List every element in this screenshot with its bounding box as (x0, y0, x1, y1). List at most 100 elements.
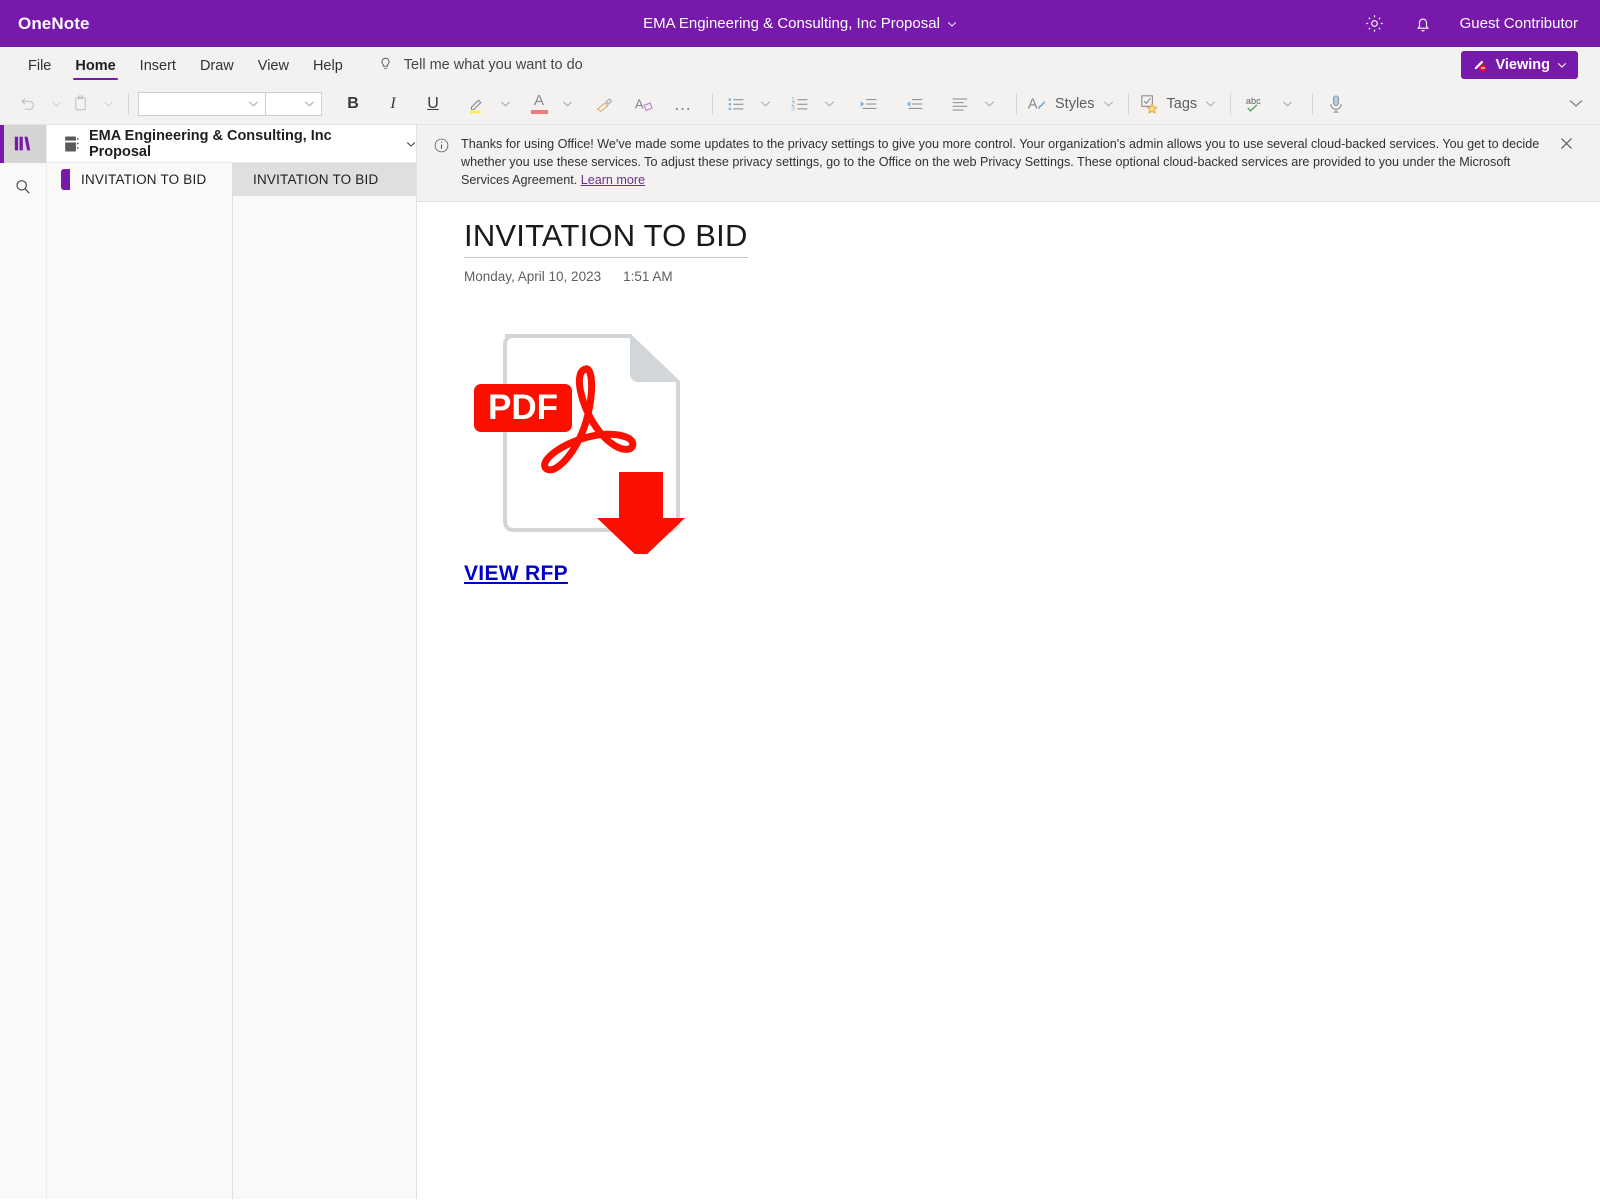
tell-me-search[interactable]: Tell me what you want to do (377, 47, 583, 82)
navigation-panel: EMA Engineering & Consulting, Inc Propos… (47, 125, 417, 1199)
tab-insert[interactable]: Insert (128, 49, 188, 82)
more-label: … (673, 93, 693, 114)
lightbulb-icon (381, 57, 390, 69)
numbered-list-dropdown[interactable] (814, 89, 840, 119)
svg-text:3: 3 (791, 105, 795, 112)
notebook-selector[interactable]: EMA Engineering & Consulting, Inc Propos… (47, 125, 416, 163)
styles-label: Styles (1055, 95, 1095, 112)
align-dropdown[interactable] (974, 89, 1000, 119)
learn-more-link[interactable]: Learn more (581, 173, 645, 187)
user-name[interactable]: Guest Contributor (1460, 15, 1578, 32)
view-rfp-link[interactable]: VIEW RFP (464, 562, 568, 586)
chevron-down-icon (984, 101, 994, 107)
collapse-ribbon-button[interactable] (1568, 95, 1584, 116)
chevron-down-icon (500, 101, 510, 107)
toolbar-separator (712, 92, 713, 115)
bold-button[interactable]: B (340, 89, 366, 119)
tab-help[interactable]: Help (301, 49, 355, 82)
chevron-down-icon (1206, 101, 1216, 107)
chevron-down-icon (103, 101, 113, 107)
undo-button[interactable] (14, 89, 41, 119)
font-color-button[interactable]: A (526, 89, 552, 119)
pages-column: INVITATION TO BID (233, 163, 416, 1199)
chevron-down-icon (305, 101, 314, 107)
gear-icon[interactable] (1364, 13, 1386, 35)
notebook-list-icon (14, 136, 31, 151)
clear-formatting-button[interactable]: A (630, 89, 658, 119)
font-size-select[interactable] (266, 91, 322, 116)
paste-icon (74, 95, 86, 111)
tags-button[interactable]: Tags (1138, 92, 1217, 115)
styles-button[interactable]: A Styles (1026, 92, 1114, 115)
viewing-mode-button[interactable]: Viewing (1461, 50, 1578, 79)
font-color-letter: A (533, 92, 544, 109)
spellcheck-icon: abc (1246, 96, 1261, 112)
align-icon (952, 97, 968, 110)
clear-formatting-icon: A (635, 96, 653, 111)
align-button[interactable] (946, 89, 974, 119)
page-time: 1:51 AM (623, 268, 673, 284)
decrease-indent-button[interactable] (854, 89, 882, 119)
notebook-icon (65, 135, 79, 152)
workspace: EMA Engineering & Consulting, Inc Propos… (0, 125, 1600, 1199)
chevron-down-icon (1282, 101, 1292, 107)
svg-text:A: A (635, 96, 644, 111)
chevron-down-icon (562, 101, 572, 107)
pdf-attachment-image[interactable]: PDF (464, 324, 692, 560)
formatting-toolbar: B I U A A … 1 2 3 A Styles Tags abc (0, 83, 1600, 125)
pen-disabled-icon (1475, 60, 1487, 71)
title-bar: OneNote EMA Engineering & Consulting, In… (0, 0, 1600, 47)
bulleted-list-button[interactable] (722, 89, 750, 119)
bell-icon[interactable] (1412, 13, 1434, 35)
tag-star-icon (1140, 95, 1158, 114)
chevron-down-icon (824, 101, 834, 107)
svg-text:A: A (1028, 96, 1038, 112)
more-options-button[interactable]: … (670, 89, 696, 119)
font-name-select[interactable] (138, 91, 266, 116)
paste-dropdown[interactable] (93, 89, 119, 119)
italic-label: I (390, 94, 396, 112)
highlight-dropdown[interactable] (490, 89, 516, 119)
format-painter-button[interactable] (590, 89, 618, 119)
spellcheck-button[interactable]: abc (1240, 89, 1272, 119)
tab-file[interactable]: File (16, 49, 63, 82)
chevron-down-icon (947, 21, 956, 27)
microphone-icon (1330, 94, 1342, 113)
spellcheck-dropdown[interactable] (1272, 89, 1298, 119)
tab-view[interactable]: View (246, 49, 301, 82)
paste-button[interactable] (67, 89, 93, 119)
italic-button[interactable]: I (380, 89, 406, 119)
chevron-down-icon (1557, 62, 1567, 68)
app-name: OneNote (18, 13, 90, 33)
underline-label: U (427, 94, 439, 112)
tab-home[interactable]: Home (63, 49, 127, 82)
underline-button[interactable]: U (420, 89, 446, 119)
section-item-invitation-to-bid[interactable]: INVITATION TO BID (47, 163, 232, 196)
close-icon[interactable] (1557, 135, 1576, 157)
show-notebooks-button[interactable] (0, 125, 46, 163)
toolbar-separator (1312, 92, 1314, 115)
page-date: Monday, April 10, 2023 (464, 268, 602, 284)
tab-draw[interactable]: Draw (188, 49, 246, 82)
tags-label: Tags (1166, 95, 1198, 112)
page-item-invitation-to-bid[interactable]: INVITATION TO BID (233, 163, 378, 196)
undo-dropdown[interactable] (41, 89, 67, 119)
notebook-name: EMA Engineering & Consulting, Inc Propos… (88, 127, 332, 160)
chevron-down-icon (249, 101, 258, 107)
increase-indent-button[interactable] (900, 89, 928, 119)
page-title[interactable]: INVITATION TO BID (464, 218, 748, 258)
info-icon (434, 138, 449, 153)
bulleted-list-dropdown[interactable] (750, 89, 776, 119)
left-rail (0, 125, 47, 1199)
pages-column-header: INVITATION TO BID (233, 163, 416, 196)
search-button[interactable] (0, 163, 46, 211)
highlight-button[interactable] (462, 89, 490, 119)
numbered-list-button[interactable]: 1 2 3 (786, 89, 814, 119)
dictate-button[interactable] (1322, 89, 1350, 119)
font-color-dropdown[interactable] (552, 89, 578, 119)
chevron-down-icon (406, 141, 416, 147)
svg-text:PDF: PDF (488, 388, 558, 427)
toolbar-separator (1127, 92, 1129, 115)
document-title-button[interactable]: EMA Engineering & Consulting, Inc Propos… (643, 15, 957, 32)
pdf-download-icon: PDF (474, 333, 685, 560)
